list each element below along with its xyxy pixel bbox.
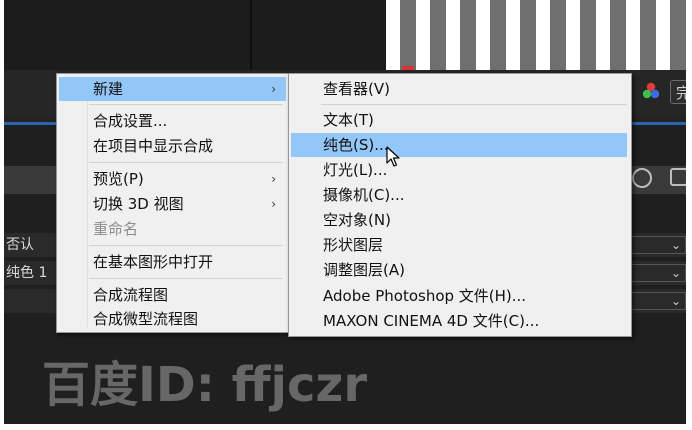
chevron-right-icon: › (271, 82, 276, 96)
menu-item-mini-flowchart[interactable]: 合成微型流程图 (59, 307, 286, 331)
submenu-item-adjustment-layer[interactable]: 调整图层(A) (291, 258, 627, 282)
menu-item-new[interactable]: 新建 › (59, 77, 286, 101)
mouse-pointer-icon (386, 146, 400, 167)
menu-item-label: 摄像机(C)... (323, 186, 405, 204)
graph-editor-icon[interactable] (670, 168, 686, 186)
menu-item-label: 在项目中显示合成 (93, 137, 214, 155)
menu-item-label: MAXON CINEMA 4D 文件(C)... (323, 312, 540, 330)
menu-item-composition-settings[interactable]: 合成设置... (59, 109, 286, 133)
submenu-item-text[interactable]: 文本(T) (291, 108, 627, 132)
menu-item-label: 合成流程图 (93, 286, 169, 304)
context-menu: 新建 › 合成设置... 在项目中显示合成 预览(P) › 切换 3D 视图 ›… (56, 73, 290, 333)
submenu-item-photoshop-file[interactable]: Adobe Photoshop 文件(H)... (291, 284, 627, 308)
motion-blur-icon[interactable] (632, 168, 652, 188)
menu-item-label: 合成微型流程图 (93, 310, 199, 328)
menu-item-label: 灯光(L)... (323, 161, 388, 179)
menu-separator (89, 104, 283, 105)
layer-label: 纯色 1 (6, 265, 48, 281)
menu-item-switch-3d-view[interactable]: 切换 3D 视图 › (59, 192, 286, 216)
menu-item-label: 重命名 (93, 220, 139, 238)
menu-item-label: 形状图层 (323, 236, 384, 254)
submenu-item-null-object[interactable]: 空对象(N) (291, 208, 627, 232)
menu-item-label: 预览(P) (93, 170, 144, 188)
menu-item-label: 在基本图形中打开 (93, 253, 214, 271)
submenu-item-light[interactable]: 灯光(L)... (291, 158, 627, 182)
submenu-item-solid[interactable]: 纯色(S)... (291, 133, 627, 157)
menu-separator (89, 245, 283, 246)
composition-preview (386, 0, 686, 70)
menu-separator (321, 104, 627, 105)
color-channels-icon[interactable] (642, 82, 660, 100)
chevron-right-icon: › (271, 197, 276, 211)
new-submenu: 查看器(V) 文本(T) 纯色(S)... 灯光(L)... 摄像机(C)...… (288, 73, 632, 337)
menu-item-label: 文本(T) (323, 111, 374, 129)
menu-item-reveal-in-project[interactable]: 在项目中显示合成 (59, 134, 286, 158)
submenu-item-shape-layer[interactable]: 形状图层 (291, 233, 627, 257)
submenu-item-viewer[interactable]: 查看器(V) (291, 77, 627, 101)
layer-label: 否认 (6, 237, 34, 253)
menu-separator (89, 162, 283, 163)
menu-item-label: 切换 3D 视图 (93, 195, 184, 213)
panel-divider (250, 0, 252, 70)
menu-item-label: 空对象(N) (323, 211, 391, 229)
menu-item-flowchart[interactable]: 合成流程图 (59, 283, 286, 307)
menu-item-label: 查看器(V) (323, 80, 390, 98)
menu-item-open-essential-graphics[interactable]: 在基本图形中打开 (59, 250, 286, 274)
complete-button[interactable]: 完 (670, 80, 686, 104)
menu-item-label: 合成设置... (93, 112, 168, 130)
menu-item-label: 调整图层(A) (323, 261, 405, 279)
menu-separator (89, 278, 283, 279)
chevron-right-icon: › (271, 172, 276, 186)
menu-item-label: Adobe Photoshop 文件(H)... (323, 287, 527, 305)
menu-item-label: 新建 (93, 80, 124, 98)
menu-item-preview[interactable]: 预览(P) › (59, 167, 286, 191)
submenu-item-camera[interactable]: 摄像机(C)... (291, 183, 627, 207)
menu-item-rename: 重命名 (59, 217, 286, 241)
menu-item-label: 纯色(S)... (323, 136, 389, 154)
submenu-item-cinema4d-file[interactable]: MAXON CINEMA 4D 文件(C)... (291, 309, 627, 333)
